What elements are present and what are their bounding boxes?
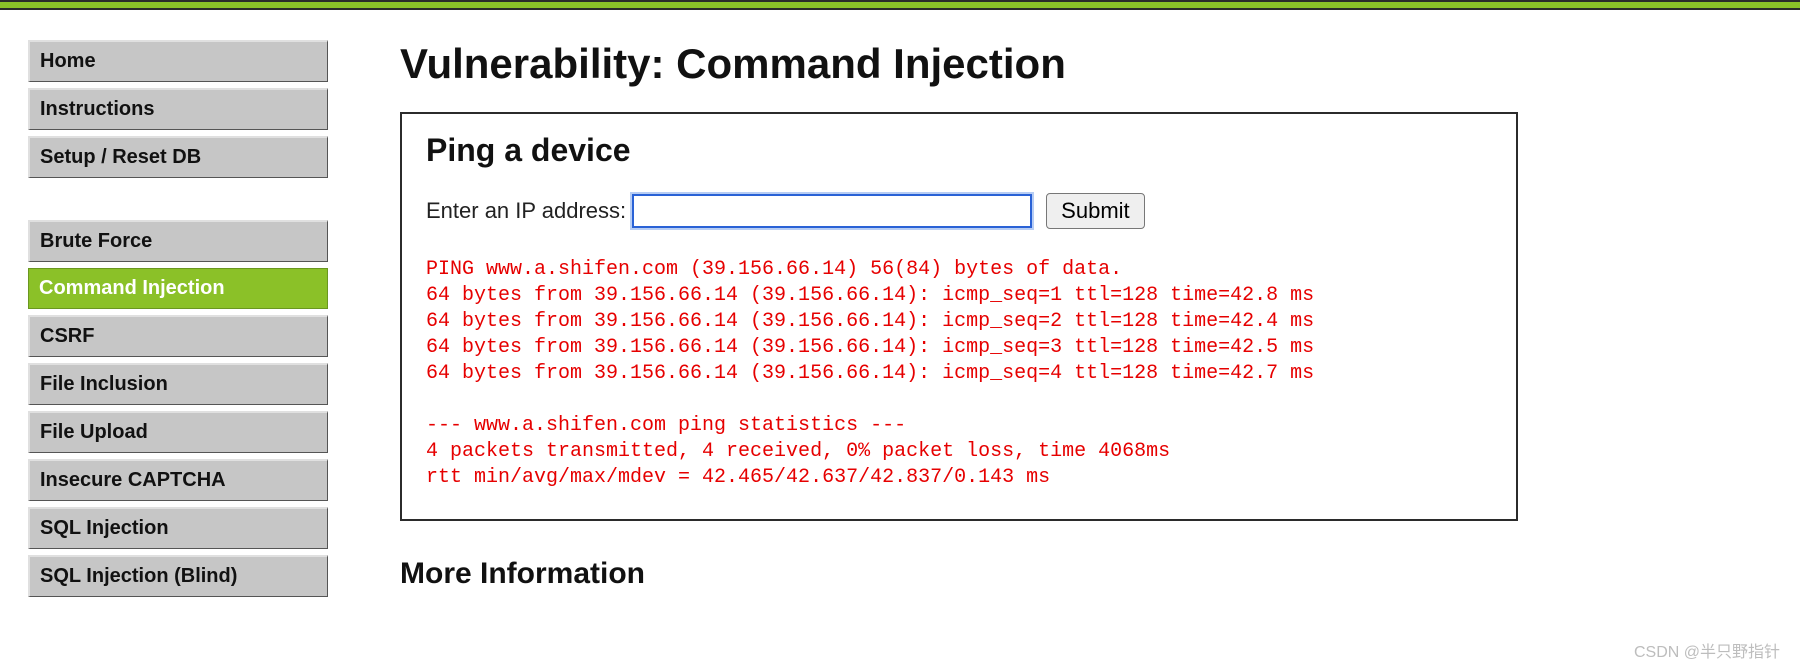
- sidebar-item-brute-force[interactable]: Brute Force: [28, 220, 328, 262]
- sidebar-item-sql-injection[interactable]: SQL Injection: [28, 507, 328, 549]
- sidebar-item-csrf[interactable]: CSRF: [28, 315, 328, 357]
- sidebar-item-insecure-captcha[interactable]: Insecure CAPTCHA: [28, 459, 328, 501]
- more-information-heading: More Information: [400, 557, 1760, 591]
- sidebar-item-file-inclusion[interactable]: File Inclusion: [28, 363, 328, 405]
- menu-group-2: Brute Force Command Injection CSRF File …: [28, 220, 328, 597]
- ip-label: Enter an IP address:: [426, 198, 626, 224]
- sidebar-item-setup-reset-db[interactable]: Setup / Reset DB: [28, 136, 328, 178]
- page-title: Vulnerability: Command Injection: [400, 40, 1760, 88]
- sidebar-item-sql-injection-blind[interactable]: SQL Injection (Blind): [28, 555, 328, 597]
- ping-output: PING www.a.shifen.com (39.156.66.14) 56(…: [426, 257, 1492, 491]
- main-content: Vulnerability: Command Injection Ping a …: [400, 40, 1800, 603]
- sidebar-item-instructions[interactable]: Instructions: [28, 88, 328, 130]
- sidebar-item-command-injection[interactable]: Command Injection: [28, 268, 328, 309]
- top-accent-bar: [0, 0, 1800, 10]
- watermark: CSDN @半只野指针: [1634, 638, 1780, 662]
- submit-button[interactable]: Submit: [1046, 193, 1144, 229]
- ping-form: Enter an IP address: Submit: [426, 193, 1492, 229]
- ping-panel: Ping a device Enter an IP address: Submi…: [400, 112, 1518, 521]
- ip-input[interactable]: [632, 194, 1032, 228]
- sidebar-item-file-upload[interactable]: File Upload: [28, 411, 328, 453]
- panel-title: Ping a device: [426, 132, 1492, 169]
- menu-group-1: Home Instructions Setup / Reset DB: [28, 40, 328, 178]
- sidebar: Home Instructions Setup / Reset DB Brute…: [28, 40, 328, 603]
- sidebar-item-home[interactable]: Home: [28, 40, 328, 82]
- page-container: Home Instructions Setup / Reset DB Brute…: [0, 10, 1800, 603]
